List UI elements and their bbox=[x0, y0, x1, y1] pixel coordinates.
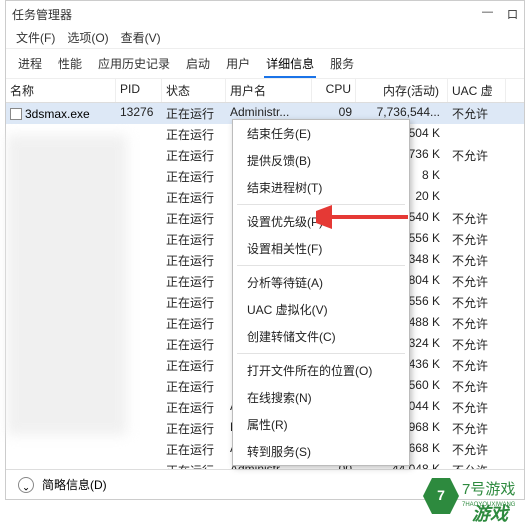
cell-status: 正在运行 bbox=[162, 502, 226, 503]
titlebar: 任务管理器 — 口 bbox=[6, 1, 524, 27]
menu-file[interactable]: 文件(F) bbox=[16, 29, 55, 46]
cell-status: 正在运行 bbox=[162, 229, 226, 250]
cell-uac: 不允许 bbox=[448, 376, 506, 397]
cell-uac: 不允许 bbox=[448, 103, 506, 124]
col-status[interactable]: 状态 bbox=[162, 79, 226, 102]
cell-pid: 13276 bbox=[116, 103, 162, 124]
ctx-affinity[interactable]: 设置相关性(F) bbox=[233, 235, 409, 262]
cell-status: 正在运行 bbox=[162, 439, 226, 460]
window-controls: — 口 bbox=[482, 6, 518, 22]
svg-text:游戏: 游戏 bbox=[472, 504, 510, 522]
cell-status: 正在运行 bbox=[162, 145, 226, 166]
cell-uac: 不允许 bbox=[448, 439, 506, 460]
context-menu: 结束任务(E) 提供反馈(B) 结束进程树(T) 设置优先级(P) 设置相关性(… bbox=[232, 119, 410, 466]
cell-status: 正在运行 bbox=[162, 418, 226, 439]
cell-status: 正在运行 bbox=[162, 124, 226, 145]
ctx-priority[interactable]: 设置优先级(P) bbox=[233, 208, 409, 235]
ctx-separator bbox=[237, 265, 405, 266]
ctx-end-tree[interactable]: 结束进程树(T) bbox=[233, 174, 409, 201]
tab-apphistory[interactable]: 应用历史记录 bbox=[96, 53, 172, 78]
cell-uac: 不允许 bbox=[448, 145, 506, 166]
col-cpu[interactable]: CPU bbox=[312, 79, 356, 102]
cell-status: 正在运行 bbox=[162, 397, 226, 418]
col-name[interactable]: 名称 bbox=[6, 79, 116, 102]
cell-status: 正在运行 bbox=[162, 103, 226, 124]
cell-uac: 不允许 bbox=[448, 292, 506, 313]
cell-uac: 不允许 bbox=[448, 313, 506, 334]
cell-status: 正在运行 bbox=[162, 355, 226, 376]
cell-status: 正在运行 bbox=[162, 313, 226, 334]
cell-status: 正在运行 bbox=[162, 166, 226, 187]
cell-status: 正在运行 bbox=[162, 376, 226, 397]
cell-status: 正在运行 bbox=[162, 271, 226, 292]
cell-name bbox=[6, 439, 116, 460]
blurred-name-column bbox=[7, 135, 127, 435]
cell-uac: 不允许 bbox=[448, 355, 506, 376]
tab-services[interactable]: 服务 bbox=[328, 53, 356, 78]
cell-pid bbox=[116, 502, 162, 503]
task-manager-window: 任务管理器 — 口 文件(F) 选项(O) 查看(V) 进程 性能 应用历史记录… bbox=[5, 0, 525, 500]
ctx-goto-services[interactable]: 转到服务(S) bbox=[233, 438, 409, 465]
tab-details[interactable]: 详细信息 bbox=[264, 53, 316, 78]
ctx-end-task[interactable]: 结束任务(E) bbox=[233, 120, 409, 147]
cell-uac: 不允许 bbox=[448, 418, 506, 439]
maximize-button[interactable]: 口 bbox=[507, 6, 518, 22]
cell-status: 正在运行 bbox=[162, 187, 226, 208]
tab-users[interactable]: 用户 bbox=[224, 53, 252, 78]
minimize-button[interactable]: — bbox=[482, 6, 493, 22]
chevron-down-icon[interactable]: ⌃ bbox=[18, 477, 34, 493]
grid-header: 名称 PID 状态 用户名 CPU 内存(活动) UAC 虚 bbox=[6, 79, 524, 103]
col-memory[interactable]: 内存(活动) bbox=[356, 79, 448, 102]
table-row[interactable]: 正在运行Administr... 728 K不允许 bbox=[6, 502, 524, 503]
menu-options[interactable]: 选项(O) bbox=[67, 29, 108, 46]
window-title: 任务管理器 bbox=[12, 6, 72, 23]
menu-view[interactable]: 查看(V) bbox=[121, 29, 161, 46]
cell-name bbox=[6, 502, 116, 503]
cell-uac bbox=[448, 187, 506, 208]
ctx-uac-virt[interactable]: UAC 虚拟化(V) bbox=[233, 296, 409, 323]
col-uac[interactable]: UAC 虚 bbox=[448, 79, 506, 102]
menubar: 文件(F) 选项(O) 查看(V) bbox=[6, 27, 524, 49]
cell-status: 正在运行 bbox=[162, 250, 226, 271]
ctx-feedback[interactable]: 提供反馈(B) bbox=[233, 147, 409, 174]
cell-status: 正在运行 bbox=[162, 208, 226, 229]
tab-processes[interactable]: 进程 bbox=[16, 53, 44, 78]
ctx-open-location[interactable]: 打开文件所在的位置(O) bbox=[233, 357, 409, 384]
tab-startup[interactable]: 启动 bbox=[184, 53, 212, 78]
cell-name: 3dsmax.exe bbox=[6, 103, 116, 124]
cell-uac: 不允许 bbox=[448, 271, 506, 292]
cell-uac: 不允许 bbox=[448, 502, 506, 503]
cell-cpu bbox=[312, 502, 356, 503]
col-user[interactable]: 用户名 bbox=[226, 79, 312, 102]
ctx-analyze-wait[interactable]: 分析等待链(A) bbox=[233, 269, 409, 296]
cell-user: Administr... bbox=[226, 502, 312, 503]
cell-uac: 不允许 bbox=[448, 397, 506, 418]
cell-uac: 不允许 bbox=[448, 334, 506, 355]
ctx-properties[interactable]: 属性(R) bbox=[233, 411, 409, 438]
less-info-link[interactable]: 简略信息(D) bbox=[42, 476, 107, 493]
cell-mem: 728 K bbox=[356, 502, 448, 503]
tab-performance[interactable]: 性能 bbox=[56, 53, 84, 78]
bottom-bar: ⌃ 简略信息(D) bbox=[6, 469, 524, 499]
ctx-separator bbox=[237, 353, 405, 354]
cell-uac: 不允许 bbox=[448, 250, 506, 271]
cell-pid bbox=[116, 439, 162, 460]
cell-uac bbox=[448, 124, 506, 145]
cell-uac: 不允许 bbox=[448, 229, 506, 250]
ctx-create-dump[interactable]: 创建转储文件(C) bbox=[233, 323, 409, 350]
ctx-search-online[interactable]: 在线搜索(N) bbox=[233, 384, 409, 411]
col-pid[interactable]: PID bbox=[116, 79, 162, 102]
process-icon bbox=[10, 108, 22, 120]
cell-uac bbox=[448, 166, 506, 187]
cell-status: 正在运行 bbox=[162, 334, 226, 355]
cell-uac: 不允许 bbox=[448, 208, 506, 229]
cell-status: 正在运行 bbox=[162, 292, 226, 313]
tabs: 进程 性能 应用历史记录 启动 用户 详细信息 服务 bbox=[6, 49, 524, 79]
ctx-separator bbox=[237, 204, 405, 205]
